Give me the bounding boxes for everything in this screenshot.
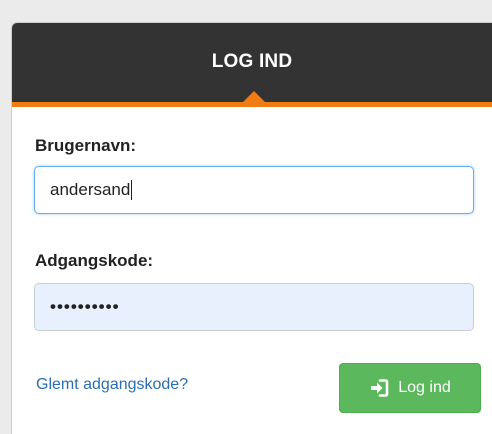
header-notch [243, 91, 265, 102]
username-label: Brugernavn: [35, 136, 137, 155]
login-button[interactable]: Log ind [339, 363, 481, 413]
password-label: Adgangskode: [35, 251, 154, 270]
page: LOG IND Brugernavn: andersand Adgangskod… [0, 0, 492, 434]
login-button-label: Log ind [398, 379, 451, 396]
password-value: •••••••••• [50, 297, 120, 316]
login-header: LOG IND [12, 23, 492, 107]
sign-in-icon [369, 379, 389, 397]
username-input[interactable]: andersand [34, 166, 474, 214]
username-value: andersand [50, 180, 131, 199]
login-title: LOG IND [211, 51, 293, 72]
forgot-password-link[interactable]: Glemt adgangskode? [36, 376, 188, 394]
login-panel: LOG IND Brugernavn: andersand Adgangskod… [11, 22, 492, 434]
password-input[interactable]: •••••••••• [34, 283, 474, 331]
text-caret [131, 179, 133, 200]
